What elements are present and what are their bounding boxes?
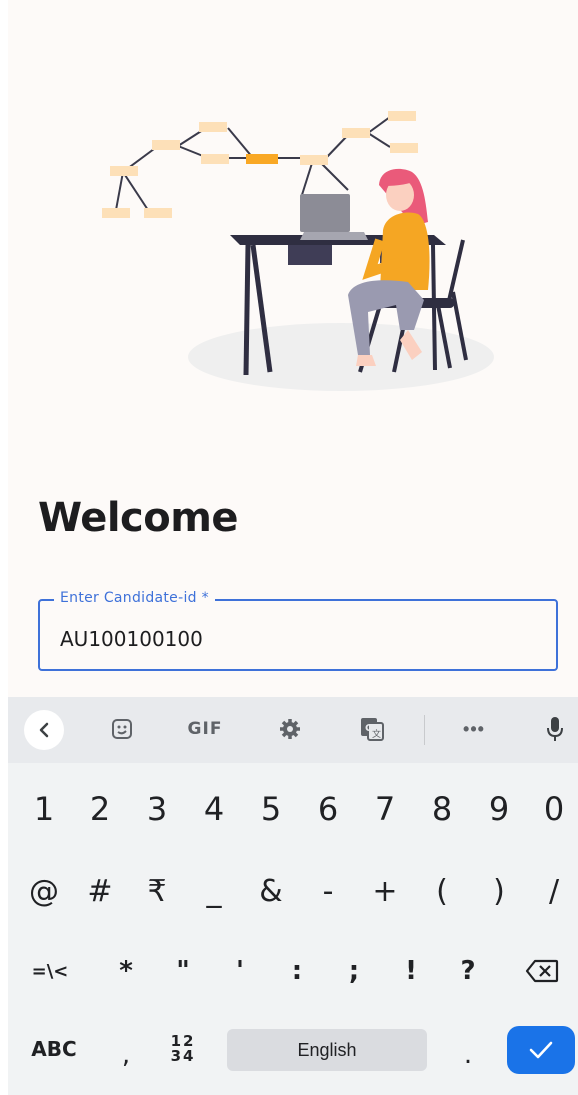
key-colon[interactable]: :	[277, 947, 317, 995]
svg-text:文: 文	[372, 728, 381, 740]
key-3[interactable]: 3	[137, 785, 177, 833]
translate-icon[interactable]: G文	[354, 711, 390, 747]
app-screen: Welcome Enter Candidate-id * GIF G文 •••	[8, 0, 578, 1095]
key-8[interactable]: 8	[422, 785, 462, 833]
key-numpad[interactable]: 12 34	[160, 1027, 206, 1071]
keyboard-toolbar: GIF G文 •••	[8, 697, 578, 763]
key-open-paren[interactable]: (	[422, 867, 462, 915]
key-minus[interactable]: -	[308, 867, 348, 915]
key-ampersand[interactable]: &	[251, 867, 291, 915]
more-icon[interactable]: •••	[456, 711, 492, 747]
key-7[interactable]: 7	[365, 785, 405, 833]
key-5[interactable]: 5	[251, 785, 291, 833]
gear-icon[interactable]	[272, 711, 308, 747]
key-double-quote[interactable]: "	[163, 947, 203, 995]
key-semicolon[interactable]: ;	[334, 947, 374, 995]
toolbar-divider	[424, 715, 425, 745]
key-more-symbols[interactable]: =\<	[22, 947, 78, 995]
key-0[interactable]: 0	[534, 785, 574, 833]
key-1[interactable]: 1	[24, 785, 64, 833]
space-bar[interactable]: English	[227, 1029, 427, 1071]
key-hash[interactable]: #	[80, 867, 120, 915]
key-rupee[interactable]: ₹	[137, 867, 177, 915]
mind-map-highlight-node	[246, 154, 278, 164]
key-4[interactable]: 4	[194, 785, 234, 833]
key-asterisk[interactable]: *	[106, 947, 146, 995]
candidate-id-field[interactable]: Enter Candidate-id *	[38, 590, 558, 671]
mic-icon[interactable]	[540, 711, 570, 747]
laptop	[300, 194, 368, 240]
key-close-paren[interactable]: )	[479, 867, 519, 915]
key-abc[interactable]: ABC	[22, 1027, 86, 1071]
key-single-quote[interactable]: '	[220, 947, 260, 995]
check-icon	[529, 1041, 553, 1059]
key-comma[interactable]: ,	[108, 1033, 144, 1077]
key-slash[interactable]: /	[534, 867, 574, 915]
key-9[interactable]: 9	[479, 785, 519, 833]
mind-map-nodes	[102, 111, 418, 218]
candidate-id-input[interactable]	[60, 623, 540, 655]
key-2[interactable]: 2	[80, 785, 120, 833]
numpad-label-bottom: 34	[170, 1047, 196, 1065]
key-at[interactable]: @	[24, 867, 64, 915]
candidate-id-label: Enter Candidate-id *	[54, 590, 215, 606]
soft-keyboard: GIF G文 ••• 1 2 3 4 5 6 7 8 9 0 @ # ₹ _ &…	[8, 697, 578, 1095]
page-title: Welcome	[38, 495, 239, 541]
key-underscore[interactable]: _	[194, 867, 234, 915]
key-6[interactable]: 6	[308, 785, 348, 833]
gif-button[interactable]: GIF	[180, 711, 230, 747]
enter-button[interactable]	[507, 1026, 575, 1074]
sticker-icon[interactable]	[104, 711, 140, 747]
backspace-icon[interactable]	[516, 947, 568, 995]
chevron-left-icon[interactable]	[24, 710, 64, 750]
key-exclamation[interactable]: !	[391, 947, 431, 995]
welcome-illustration	[102, 111, 494, 391]
key-plus[interactable]: +	[365, 867, 405, 915]
key-question[interactable]: ?	[448, 947, 488, 995]
key-period[interactable]: .	[448, 1033, 488, 1077]
